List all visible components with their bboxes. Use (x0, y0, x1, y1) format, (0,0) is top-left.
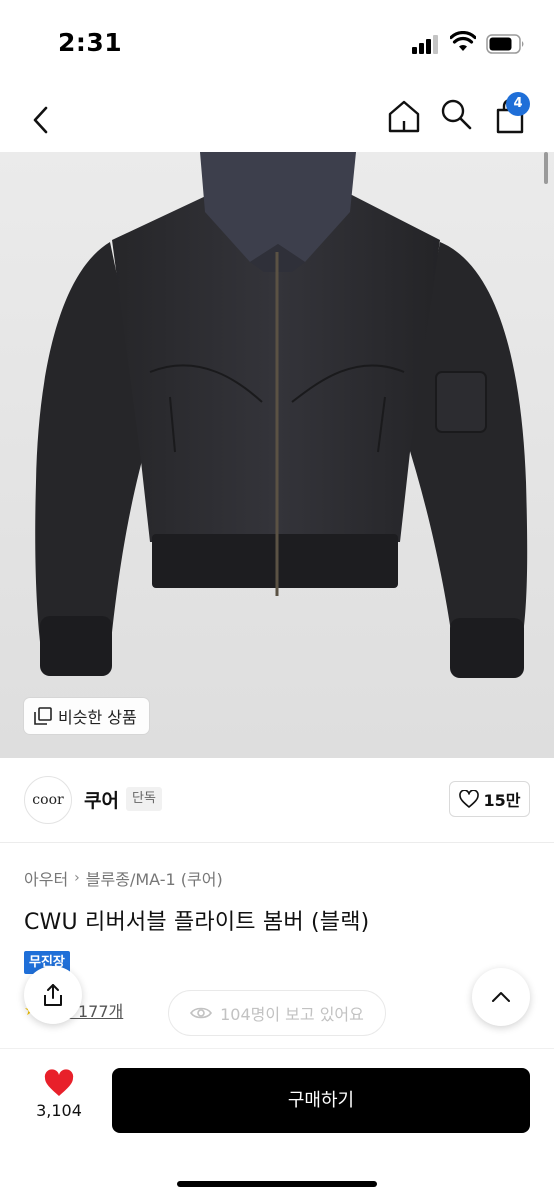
chevron-up-icon (492, 992, 510, 1002)
exclusive-tag: 단독 (126, 787, 162, 811)
search-icon[interactable] (438, 96, 474, 132)
share-button[interactable] (24, 966, 82, 1024)
similar-products-button[interactable]: 비슷한 상품 (24, 698, 149, 734)
share-icon (44, 984, 62, 1006)
viewers-label: 104명이 보고 있어요 (220, 1005, 364, 1024)
status-bar: 2:31 (0, 0, 554, 88)
scrollbar[interactable] (544, 152, 548, 184)
heart-filled-icon (44, 1069, 74, 1096)
brand-name[interactable]: 쿠어 (84, 786, 119, 813)
product-image[interactable]: 비슷한 상품 (0, 152, 554, 758)
copy-icon (34, 707, 52, 725)
home-indicator (177, 1181, 377, 1187)
cart-count-badge: 4 (506, 92, 530, 116)
brand-logo[interactable]: coor (24, 776, 72, 824)
wishlist-button[interactable]: 3,104 (24, 1069, 94, 1133)
breadcrumb-item-category[interactable]: 블루종/MA-1 (쿠어) (86, 866, 223, 890)
scroll-to-top-button[interactable] (472, 968, 530, 1026)
viewers-count-pill: 104명이 보고 있어요 (168, 990, 386, 1036)
wifi-icon (450, 31, 476, 51)
wishlist-count: 3,104 (36, 1101, 82, 1120)
breadcrumb: 아우터 › 블루종/MA-1 (쿠어) (24, 866, 223, 890)
divider (0, 842, 554, 843)
buy-button[interactable]: 구매하기 (112, 1068, 530, 1133)
chevron-left-icon[interactable] (26, 96, 58, 144)
heart-outline-icon (458, 790, 479, 808)
bottom-purchase-bar: 3,104 구매하기 (0, 1048, 554, 1200)
chevron-right-icon: › (74, 870, 80, 886)
top-nav-bar: 4 (0, 88, 554, 152)
brand-like-count: 15만 (483, 791, 521, 810)
product-title: CWU 리버서블 플라이트 봄버 (블랙) (24, 910, 370, 935)
brand-row: coor 쿠어 단독 15만 (0, 758, 554, 842)
similar-products-label: 비슷한 상품 (58, 708, 137, 727)
cellular-signal-icon (412, 34, 440, 54)
battery-icon (486, 34, 524, 54)
eye-icon (190, 1007, 213, 1019)
breadcrumb-item-outer[interactable]: 아우터 (24, 866, 68, 890)
status-time: 2:31 (58, 28, 123, 57)
jacket-photo (35, 152, 528, 678)
home-icon[interactable] (386, 98, 422, 134)
brand-like-button[interactable]: 15만 (449, 781, 530, 817)
